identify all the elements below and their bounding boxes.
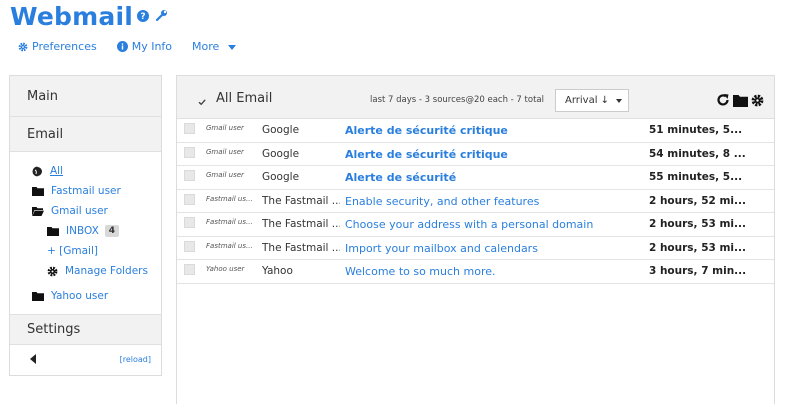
folder-fastmail[interactable]: Fastmail user xyxy=(10,181,161,201)
row-checkbox[interactable] xyxy=(184,193,195,205)
row-from: Google xyxy=(262,147,300,160)
folder-yahoo[interactable]: Yahoo user xyxy=(10,286,161,306)
table-row[interactable]: Fastmail us... The Fastmail ... Choose y… xyxy=(177,213,774,237)
row-subject[interactable]: Alerte de sécurité critique xyxy=(345,124,508,137)
folder-all[interactable]: All xyxy=(10,161,161,181)
sidebar-settings[interactable]: Settings xyxy=(10,314,161,345)
list-title: All Email xyxy=(216,91,273,106)
folder-open-icon xyxy=(32,206,51,216)
row-account: Gmail user xyxy=(206,147,244,156)
preferences-link[interactable]: Preferences xyxy=(18,40,97,53)
message-panel: All Email last 7 days - 3 sources@20 eac… xyxy=(176,75,775,404)
table-row[interactable]: Gmail user Google Alerte de sécurité cri… xyxy=(177,119,774,143)
wrench-icon[interactable] xyxy=(155,9,168,22)
sidebar-main[interactable]: Main xyxy=(10,76,161,117)
folder-icon xyxy=(32,186,51,196)
folder-inbox-label: INBOX xyxy=(66,225,99,237)
folder-gmail-sub-label: + [Gmail] xyxy=(47,245,98,257)
collapse-sidebar-icon[interactable] xyxy=(30,354,36,364)
row-subject[interactable]: Import your mailbox and calendars xyxy=(345,242,538,255)
row-time: 2 hours, 53 mi... xyxy=(649,241,746,254)
row-time: 2 hours, 53 mi... xyxy=(649,218,746,230)
row-account: Gmail user xyxy=(206,171,244,179)
row-from: Yahoo xyxy=(262,265,293,277)
folder-gmail[interactable]: Gmail user xyxy=(10,201,161,221)
select-all-checkbox[interactable] xyxy=(197,92,207,106)
more-label: More xyxy=(192,40,220,53)
row-checkbox[interactable] xyxy=(184,146,195,158)
row-checkbox[interactable] xyxy=(184,217,195,228)
gear-icon xyxy=(18,42,28,52)
help-icon[interactable]: ? xyxy=(137,9,149,22)
row-account: Yahoo user xyxy=(206,265,245,273)
row-from: The Fastmail ... xyxy=(262,194,340,207)
globe-icon xyxy=(32,165,50,177)
gear-icon xyxy=(47,266,65,277)
row-subject[interactable]: Alerte de sécurité xyxy=(345,171,456,184)
sidebar-footer: [reload] xyxy=(10,345,161,373)
manage-folders-label: Manage Folders xyxy=(65,265,148,277)
message-list-header: All Email last 7 days - 3 sources@20 eac… xyxy=(177,76,774,119)
row-time: 54 minutes, 8 ... xyxy=(649,147,746,160)
folder-icon[interactable] xyxy=(733,92,748,111)
table-row[interactable]: Yahoo user Yahoo Welcome to so much more… xyxy=(177,260,774,284)
row-subject[interactable]: Enable security, and other features xyxy=(345,195,539,208)
row-from: The Fastmail ... xyxy=(262,218,340,230)
info-icon xyxy=(116,41,128,52)
row-subject[interactable]: Alerte de sécurité critique xyxy=(345,148,508,161)
refresh-icon[interactable] xyxy=(716,92,730,111)
gear-icon[interactable] xyxy=(751,92,764,111)
row-account: Gmail user xyxy=(206,124,244,132)
my-info-link[interactable]: My Info xyxy=(116,40,173,53)
row-from: The Fastmail ... xyxy=(262,241,340,254)
manage-folders-link[interactable]: Manage Folders xyxy=(10,261,161,281)
folder-inbox[interactable]: INBOX 4 xyxy=(10,221,161,241)
row-subject[interactable]: Choose your address with a personal doma… xyxy=(345,218,593,231)
row-subject[interactable]: Welcome to so much more. xyxy=(345,265,496,278)
row-time: 55 minutes, 5... xyxy=(649,171,743,183)
folder-gmail-label: Gmail user xyxy=(51,205,108,217)
folder-icon xyxy=(47,226,66,236)
row-time: 51 minutes, 5... xyxy=(649,124,743,136)
svg-text:?: ? xyxy=(140,12,145,22)
row-account: Fastmail us... xyxy=(206,194,253,203)
folder-all-label: All xyxy=(50,165,64,177)
app-title: Webmail xyxy=(10,2,133,31)
row-time: 3 hours, 7 min... xyxy=(649,265,747,277)
table-row[interactable]: Gmail user Google Alerte de sécurité 55 … xyxy=(177,166,774,190)
folder-fastmail-label: Fastmail user xyxy=(51,185,121,197)
row-checkbox[interactable] xyxy=(184,123,195,134)
filter-summary: last 7 days - 3 sources@20 each - 7 tota… xyxy=(370,95,544,105)
folder-icon xyxy=(32,291,51,301)
folder-yahoo-label: Yahoo user xyxy=(51,290,109,302)
sort-value: Arrival ↓ xyxy=(565,95,610,106)
preferences-label: Preferences xyxy=(32,40,97,53)
row-time: 2 hours, 52 mi... xyxy=(649,194,746,207)
top-nav: Preferences My Info More xyxy=(18,40,256,53)
row-from: Google xyxy=(262,124,300,136)
sort-select[interactable]: Arrival ↓ xyxy=(555,89,629,112)
row-account: Fastmail us... xyxy=(206,218,253,226)
row-from: Google xyxy=(262,171,300,183)
more-dropdown[interactable]: More xyxy=(192,40,237,53)
row-checkbox[interactable] xyxy=(184,170,195,181)
row-checkbox[interactable] xyxy=(184,240,195,252)
folder-list: All Fastmail user Gmail user INBOX 4 + [… xyxy=(10,152,161,314)
my-info-label: My Info xyxy=(131,40,173,53)
unread-count-badge: 4 xyxy=(104,225,120,237)
sidebar-email[interactable]: Email xyxy=(10,117,161,152)
table-row[interactable]: Gmail user Google Alerte de sécurité cri… xyxy=(177,143,774,166)
row-account: Fastmail us... xyxy=(206,241,253,250)
chevron-down-icon xyxy=(616,99,622,103)
caret-down-icon xyxy=(228,44,237,50)
row-checkbox[interactable] xyxy=(184,264,195,275)
sidebar: Main Email All Fastmail user Gmail user … xyxy=(9,75,162,376)
folder-gmail-sub[interactable]: + [Gmail] xyxy=(10,241,161,261)
table-row[interactable]: Fastmail us... The Fastmail ... Enable s… xyxy=(177,190,774,213)
reload-link[interactable]: [reload] xyxy=(120,355,151,364)
table-row[interactable]: Fastmail us... The Fastmail ... Import y… xyxy=(177,237,774,260)
